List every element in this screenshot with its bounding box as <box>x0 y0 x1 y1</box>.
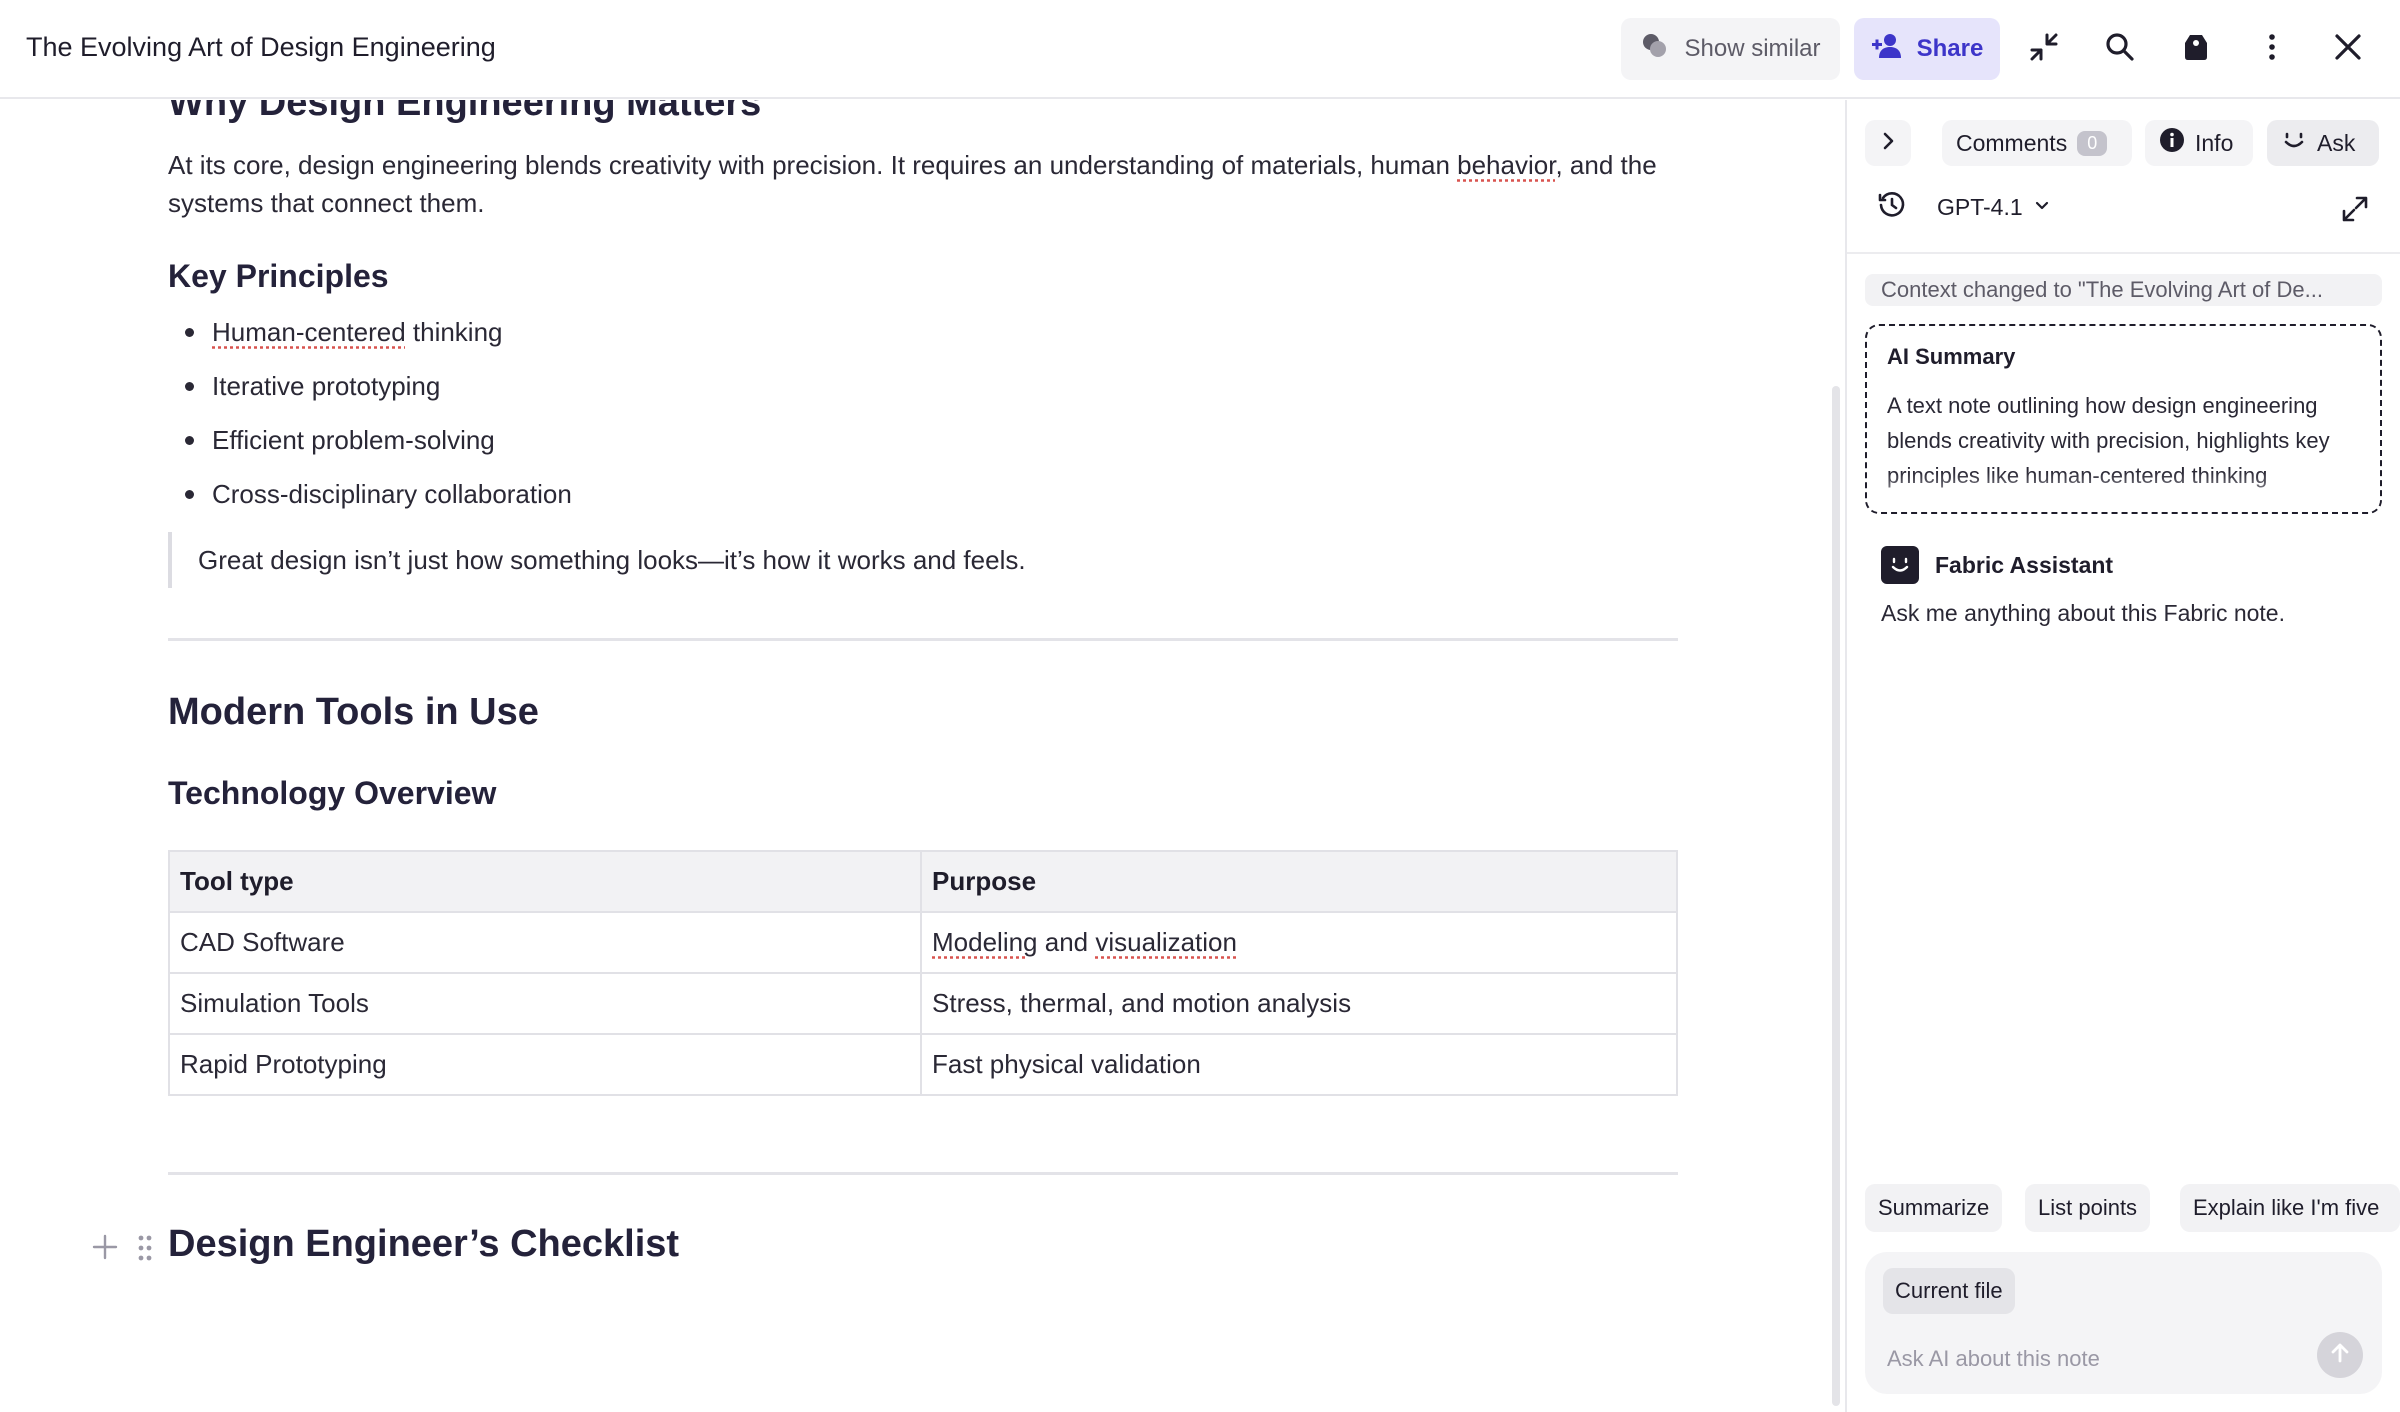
close-icon <box>2331 30 2365 69</box>
table-row: Simulation Tools Stress, thermal, and mo… <box>168 972 1678 1035</box>
summary-fade <box>1867 472 2380 512</box>
list-item[interactable]: Human-centered thinking <box>185 312 572 366</box>
tab-ask-label: Ask <box>2317 129 2356 156</box>
table-header-tool-type[interactable]: Tool type <box>168 850 922 913</box>
drag-handle-icon[interactable] <box>136 1233 154 1268</box>
ask-ai-input[interactable] <box>1887 1346 2307 1372</box>
table-cell[interactable]: Rapid Prototyping <box>168 1033 922 1096</box>
table-row: CAD Software Modeling and visualization <box>168 911 1678 974</box>
tab-comments[interactable]: Comments 0 <box>1942 120 2132 166</box>
ai-summary-card[interactable]: AI Summary A text note outlining how des… <box>1865 324 2382 514</box>
ask-smile-icon <box>2281 127 2307 159</box>
chevron-down-icon <box>2033 194 2051 221</box>
top-bar: The Evolving Art of Design Engineering S… <box>0 0 2400 99</box>
key-principles-heading: Key Principles <box>168 258 389 294</box>
assistant-name: Fabric Assistant <box>1935 551 2114 578</box>
table-header-purpose[interactable]: Purpose <box>920 850 1678 913</box>
table-row: Rapid Prototyping Fast physical validati… <box>168 1033 1678 1096</box>
send-button[interactable] <box>2317 1332 2363 1378</box>
blockquote[interactable]: Great design isn’t just how something lo… <box>168 532 1026 588</box>
spellcheck-word[interactable]: behavior <box>1457 150 1555 180</box>
collapse-panel-button[interactable] <box>1865 120 1911 166</box>
tag-icon <box>2179 30 2213 69</box>
technology-heading: Technology Overview <box>168 775 497 811</box>
table-cell[interactable]: Fast physical validation <box>920 1033 1678 1096</box>
document-editor[interactable]: Why Design Engineering Matters At its co… <box>0 100 1845 1412</box>
tools-table[interactable]: Tool type Purpose CAD Software Modeling … <box>168 850 1678 1096</box>
list-item-text: Iterative prototyping <box>212 371 441 401</box>
show-similar-label: Show similar <box>1684 35 1821 62</box>
show-similar-button[interactable]: Show similar <box>1621 18 1840 80</box>
ai-side-panel: Comments 0 Info Ask GPT-4.1 Context chan… <box>1847 100 2400 1412</box>
assistant-header: Fabric Assistant <box>1881 546 2113 584</box>
tab-info-label: Info <box>2195 129 2234 156</box>
more-icon <box>2255 30 2289 69</box>
plus-icon[interactable] <box>90 1229 120 1271</box>
checklist-heading: Design Engineer’s Checklist <box>168 1223 680 1265</box>
similar-icon <box>1640 31 1670 68</box>
ai-summary-title: AI Summary <box>1887 344 2016 369</box>
model-selector[interactable]: GPT-4.1 <box>1937 194 2051 221</box>
cell-text: and <box>1037 927 1096 957</box>
divider <box>168 1172 1678 1175</box>
ai-composer: Current file <box>1865 1252 2382 1394</box>
search-button[interactable] <box>2089 18 2151 80</box>
section-heading-why: Why Design Engineering Matters <box>168 100 762 124</box>
more-button[interactable] <box>2241 18 2303 80</box>
principles-list: Human-centered thinking Iterative protot… <box>185 312 572 528</box>
list-item[interactable]: Efficient problem-solving <box>185 420 572 474</box>
spellcheck-word[interactable]: Human-centered <box>212 317 406 347</box>
intro-text-part1: At its core, design engineering blends c… <box>168 150 1458 180</box>
assistant-message: Ask me anything about this Fabric note. <box>1881 600 2285 626</box>
suggestion-summarize[interactable]: Summarize <box>1865 1184 2003 1232</box>
assistant-icon <box>1881 546 1919 584</box>
tab-ask[interactable]: Ask <box>2267 120 2379 166</box>
collapse-button[interactable] <box>2013 18 2075 80</box>
spellcheck-word[interactable]: visualization <box>1095 927 1237 957</box>
expand-icon[interactable] <box>2340 194 2370 229</box>
close-button[interactable] <box>2317 18 2379 80</box>
send-arrow-icon <box>2327 1340 2353 1371</box>
tools-heading: Modern Tools in Use <box>168 691 539 733</box>
intro-paragraph[interactable]: At its core, design engineering blends c… <box>168 146 1678 222</box>
list-item-text: Cross-disciplinary collaboration <box>212 479 572 509</box>
table-header-row: Tool type Purpose <box>168 850 1678 913</box>
suggestion-explain-like-five[interactable]: Explain like I'm five <box>2180 1184 2400 1232</box>
spellcheck-word[interactable]: Modeling <box>932 927 1038 957</box>
tab-info[interactable]: Info <box>2145 120 2253 166</box>
info-icon <box>2159 127 2185 159</box>
share-button[interactable]: Share <box>1854 18 2000 80</box>
comments-count-badge: 0 <box>2077 130 2108 156</box>
tag-button[interactable] <box>2165 18 2227 80</box>
table-cell[interactable]: Stress, thermal, and motion analysis <box>920 972 1678 1035</box>
chevron-right-icon <box>1877 130 1899 157</box>
list-item-text: thinking <box>405 317 503 347</box>
list-item-text: Efficient problem-solving <box>212 425 495 455</box>
suggestion-list-points[interactable]: List points <box>2025 1184 2151 1232</box>
current-file-chip[interactable]: Current file <box>1883 1268 2015 1314</box>
table-cell[interactable]: CAD Software <box>168 911 922 974</box>
model-label: GPT-4.1 <box>1937 194 2023 220</box>
divider <box>168 638 1678 641</box>
table-cell[interactable]: Modeling and visualization <box>920 911 1678 974</box>
panel-header-divider <box>1847 252 2400 254</box>
document-scrollbar[interactable] <box>1832 386 1840 1406</box>
list-item[interactable]: Cross-disciplinary collaboration <box>185 474 572 528</box>
document-title: The Evolving Art of Design Engineering <box>26 32 496 62</box>
search-icon <box>2103 30 2137 69</box>
history-icon[interactable] <box>1877 190 1907 225</box>
context-changed-notice: Context changed to "The Evolving Art of … <box>1865 274 2382 306</box>
add-user-icon <box>1871 31 1905 68</box>
table-cell[interactable]: Simulation Tools <box>168 972 922 1035</box>
collapse-icon <box>2027 30 2061 69</box>
share-label: Share <box>1916 35 1984 62</box>
list-item[interactable]: Iterative prototyping <box>185 366 572 420</box>
tab-comments-label: Comments <box>1956 129 2068 156</box>
